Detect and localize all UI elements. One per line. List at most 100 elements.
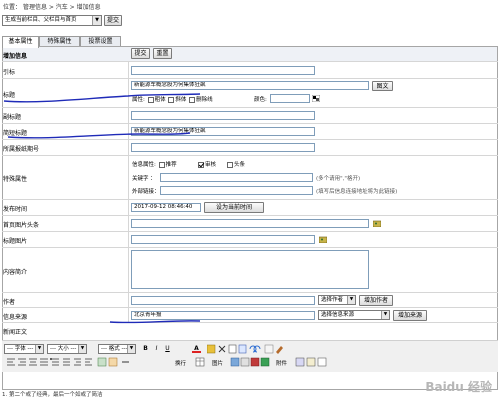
recommend-checkbox[interactable] (158, 161, 165, 168)
row-divider (2, 139, 498, 140)
form-submit-button[interactable]: 提交 (131, 48, 150, 59)
row-divider (2, 307, 498, 308)
review-label: 审核 (205, 162, 217, 168)
footer-note: 1. 第二个或了经典，最后一个如或了简洁 (2, 392, 103, 398)
section-title: 增加信息 (3, 53, 28, 60)
form-panel (2, 46, 498, 390)
keywords-label: 关键字 ： (132, 176, 156, 182)
review-option: 审核 (197, 160, 216, 168)
author-select[interactable]: 选择作者 ▼ (318, 295, 356, 305)
text-color-button[interactable]: A (192, 344, 201, 353)
headline-checkbox[interactable] (227, 161, 233, 168)
italic-button[interactable]: I (152, 344, 161, 353)
headline-label: 头条 (234, 162, 246, 168)
source-select-value: 选择信息来源 (321, 312, 355, 318)
image-label[interactable]: 图片 (212, 359, 223, 367)
author-input[interactable] (131, 296, 315, 305)
row-divider (2, 231, 498, 232)
chevron-down-icon: ▼ (78, 345, 86, 353)
citation-input[interactable] (131, 66, 315, 75)
bold-button[interactable]: B (141, 344, 150, 353)
row-divider (2, 107, 498, 108)
breadcrumb-location-label: 位置： (3, 4, 22, 11)
add-author-button[interactable]: 增加作者 (359, 295, 393, 306)
editor-toolbar-icons[interactable] (230, 357, 300, 368)
source-input[interactable]: 北京青年报 (131, 311, 315, 320)
row-divider (2, 155, 498, 156)
font-size-value: --- 大小 --- (50, 346, 77, 352)
publish-time-label: 发布时间 (3, 206, 28, 213)
row-divider (2, 247, 498, 248)
editor-toolbar-icons[interactable] (207, 344, 357, 354)
row-divider (2, 78, 498, 79)
add-source-button[interactable]: 增加来源 (393, 310, 427, 321)
short-title-label: 简短标题 (3, 130, 28, 137)
row-divider (2, 199, 498, 200)
body-label: 新闻正文 (3, 329, 28, 336)
breadcrumb: 位置： 管理信息 > 汽车 > 增加信息 (3, 2, 101, 11)
font-size-select[interactable]: --- 大小 --- ▼ (47, 344, 87, 354)
underline-button[interactable]: U (163, 344, 172, 353)
paper-issue-input[interactable] (131, 143, 315, 152)
line-break-label[interactable]: 换行 (175, 359, 186, 367)
label-column-divider (128, 47, 129, 322)
row-divider (2, 61, 498, 62)
publish-scope-select[interactable]: 生成当前栏目、父栏目与首页 ▼ (2, 15, 102, 26)
font-family-value: --- 字体 --- (7, 346, 34, 352)
special-attr-label: 特殊属性 (3, 176, 28, 183)
short-title-input[interactable]: 新能源车概念股为何集体狂飙 (131, 127, 315, 136)
citation-label: 引标 (3, 69, 16, 76)
color-picker-icon[interactable] (312, 95, 320, 102)
attachment-label[interactable]: 附件 (276, 359, 287, 367)
chevron-down-icon: ▼ (35, 345, 43, 353)
info-attributes: 信息属性: 推荐 (132, 160, 177, 168)
keywords-input[interactable] (160, 173, 313, 182)
recommend-label: 推荐 (165, 162, 177, 168)
chevron-down-icon: ▼ (347, 296, 355, 304)
publish-time-input[interactable]: 2017-09-12 08:46:40 (131, 203, 201, 212)
subtitle-label: 副标题 (3, 114, 22, 121)
strike-label: 删除线 (196, 97, 213, 103)
editor-toolbar-icons[interactable] (295, 357, 335, 368)
color-label: 颜色: (254, 97, 267, 103)
top-submit-button[interactable]: 提交 (104, 15, 122, 26)
image-picker-icon[interactable] (319, 236, 327, 243)
chevron-down-icon: ▼ (381, 311, 389, 319)
title-attr-label: 属性: (132, 97, 145, 103)
subtitle-input[interactable] (131, 111, 315, 120)
image-picker-icon[interactable] (373, 220, 381, 227)
publish-scope-value: 生成当前栏目、父栏目与首页 (5, 17, 77, 23)
chevron-down-icon: ▼ (127, 345, 135, 353)
row-divider (2, 123, 498, 124)
row-divider (2, 215, 498, 216)
italic-checkbox[interactable] (168, 96, 175, 103)
title-image-button[interactable]: 图文 (372, 81, 393, 91)
set-current-time-button[interactable]: 设为当前时间 (204, 202, 264, 213)
home-image-input[interactable] (131, 219, 369, 228)
summary-textarea[interactable] (131, 250, 369, 289)
format-value: --- 格式 --- (101, 346, 128, 352)
tab-basic[interactable]: 基本属性 (2, 36, 39, 48)
keywords-note: (多个请用","格开) (316, 176, 361, 182)
editor-toolbar-icons[interactable] (6, 357, 166, 368)
info-attr-label: 信息属性: (132, 162, 156, 168)
strike-checkbox[interactable] (189, 96, 196, 103)
title-label: 标题 (3, 92, 16, 99)
form-reset-button[interactable]: 重置 (153, 48, 172, 59)
headline-option: 头条 (226, 160, 245, 168)
home-image-label: 首页图片头条 (3, 222, 40, 229)
author-label: 作者 (3, 299, 16, 306)
italic-label: 斜体 (175, 97, 187, 103)
title-image-label: 标题图片 (3, 238, 28, 245)
font-family-select[interactable]: --- 字体 --- ▼ (4, 344, 44, 354)
color-input[interactable] (270, 94, 310, 103)
title-input[interactable]: 新能源车概念股为何集体狂飙 (131, 81, 369, 90)
source-select[interactable]: 选择信息来源 ▼ (318, 310, 390, 320)
external-link-note: (填写后信息连接地址将为此链接) (316, 189, 398, 195)
bold-checkbox[interactable] (147, 96, 154, 103)
breadcrumb-path[interactable]: 管理信息 > 汽车 > 增加信息 (23, 4, 101, 11)
title-image-input[interactable] (131, 235, 315, 244)
external-link-input[interactable] (160, 186, 313, 195)
format-select[interactable]: --- 格式 --- ▼ (98, 344, 136, 354)
review-checkbox[interactable] (198, 161, 204, 168)
